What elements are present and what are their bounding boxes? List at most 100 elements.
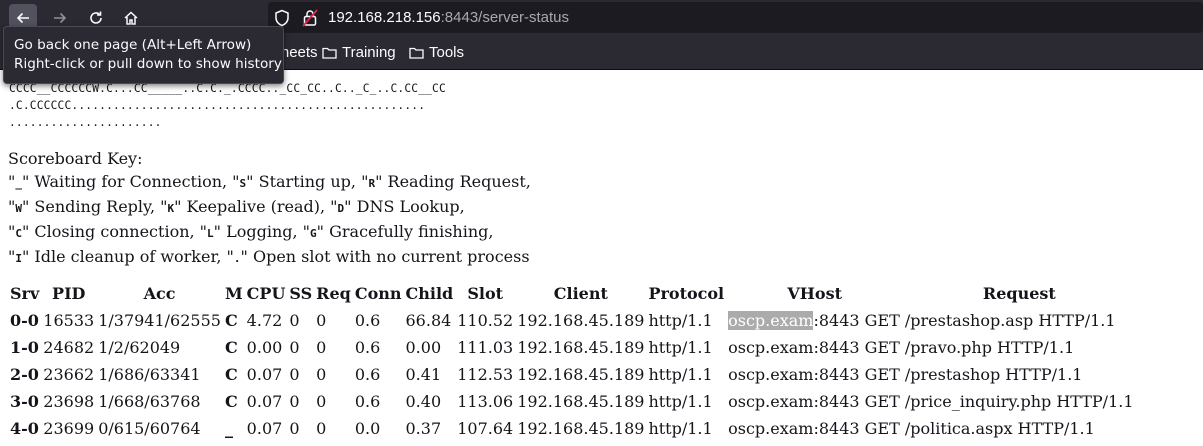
cell-pid: 23699 [43, 419, 95, 438]
cell-conn: 0.6 [354, 338, 381, 357]
cell-client: 192.168.45.189 [517, 392, 645, 411]
cell-req: 0 [316, 338, 327, 357]
bookmark-tools[interactable]: Tools [409, 44, 464, 61]
scoreboard-key: Scoreboard Key: "_" Waiting for Connecti… [8, 147, 531, 270]
column-header-srv: Srv [10, 284, 40, 303]
cell-srv: 3-0 [10, 392, 39, 411]
cell-client: 192.168.45.189 [517, 338, 645, 357]
key-text: " Closing connection, " [21, 222, 208, 241]
request-text: :8443 GET /price_inquiry.php HTTP/1.1 [813, 392, 1134, 411]
key-line: "W" Sending Reply, "K" Keepalive (read),… [8, 195, 531, 220]
cell-acc: 1/2/62049 [98, 338, 181, 357]
url-path: /server-status [478, 9, 570, 26]
arrow-left-icon [16, 12, 29, 24]
cell-m: C [224, 365, 238, 384]
cell-ss: 0 [289, 311, 300, 330]
cell-slot: 110.52 [457, 311, 514, 330]
cell-acc: 0/615/60764 [98, 419, 201, 438]
cell-slot: 113.06 [457, 392, 514, 411]
cell-acc: 1/37941/62555 [98, 311, 221, 330]
scoreboard-line: .C.CCCCCC...............................… [9, 99, 426, 112]
column-header-request: Request [982, 284, 1056, 303]
table-row: 2-0 23662 1/686/63341 C 0.07 0 0 0.6 0.41 112.53 1… [8, 361, 1136, 388]
cell-ss: 0 [289, 419, 300, 438]
folder-icon [409, 47, 424, 59]
cell-protocol: http/1.1 [648, 338, 713, 357]
vhost-text: oscp.exam [728, 311, 814, 330]
cell-vhost-request: oscp.exam:8443 GET /prestashop.asp HTTP/… [726, 307, 1135, 334]
scoreboard: CCCC__CCCCCCW.C...CC_____..C.C._.CCCC.._… [9, 80, 446, 131]
url-bar[interactable]: 192.168.218.156:8443/server-status [268, 2, 1203, 33]
key-text: " Reading Request, [375, 172, 531, 191]
cell-ss: 0 [289, 365, 300, 384]
cell-cpu: 0.00 [246, 338, 283, 357]
shield-icon[interactable] [274, 9, 290, 27]
column-header-cpu: CPU [246, 284, 286, 303]
cell-srv: 4-0 [10, 419, 39, 438]
key-text: " DNS Lookup, [344, 197, 465, 216]
folder-icon [322, 47, 337, 59]
cell-protocol: http/1.1 [648, 392, 713, 411]
key-text: " Keepalive (read), " [174, 197, 338, 216]
key-text: " Waiting for Connection, " [21, 172, 240, 191]
url-port: :8443 [440, 9, 479, 26]
cell-cpu: 0.07 [246, 392, 283, 411]
cell-m: C [224, 392, 238, 411]
tooltip-line: Go back one page (Alt+Left Arrow) [14, 37, 252, 53]
key-text: " Gracefully finishing, [316, 222, 494, 241]
key-line: "C" Closing connection, "L" Logging, "G"… [8, 220, 531, 245]
table-row: 4-0 23699 0/615/60764 _ 0.07 0 0 0.0 0.37 107.64 1… [8, 415, 1136, 442]
cell-protocol: http/1.1 [648, 311, 713, 330]
cell-cpu: 0.07 [246, 419, 283, 438]
column-header-conn: Conn [354, 284, 402, 303]
cell-m: C [224, 311, 238, 330]
table-row: 3-0 23698 1/668/63768 C 0.07 0 0 0.6 0.40 113.06 1… [8, 388, 1136, 415]
cell-acc: 1/668/63768 [98, 392, 201, 411]
column-header-slot: Slot [467, 284, 504, 303]
cell-cpu: 0.07 [246, 365, 283, 384]
cell-slot: 112.53 [457, 365, 514, 384]
cell-vhost-request: oscp.exam:8443 GET /politica.aspx HTTP/1… [726, 415, 1135, 442]
back-button-tooltip: Go back one page (Alt+Left Arrow) Right-… [3, 26, 284, 84]
cell-m: C [224, 338, 238, 357]
column-header-pid: PID [52, 284, 86, 303]
column-header-ss: SS [289, 284, 313, 303]
tooltip-line: Right-click or pull down to show history [14, 56, 282, 72]
cell-req: 0 [316, 419, 327, 438]
bookmark-label: Tools [429, 44, 465, 61]
vhost-text: oscp.exam [728, 365, 814, 384]
table-row: 1-0 24682 1/2/62049 C 0.00 0 0 0.6 0.00 111.03 192… [8, 334, 1136, 361]
cell-srv: 1-0 [10, 338, 39, 357]
key-text: " Logging, " [213, 222, 311, 241]
vhost-text: oscp.exam [728, 338, 814, 357]
cell-req: 0 [316, 365, 327, 384]
key-text: " Starting up, " [246, 172, 369, 191]
url-text[interactable]: 192.168.218.156:8443/server-status [328, 9, 569, 26]
worker-status-table: Srv PID Acc M CPU SS Req Conn Child Slot Client Pro… [8, 280, 1136, 442]
column-header-child: Child [405, 284, 454, 303]
bookmark-training[interactable]: Training [322, 44, 396, 61]
cell-conn: 0.6 [354, 392, 381, 411]
cell-child: 66.84 [405, 311, 452, 330]
cell-cpu: 4.72 [246, 311, 283, 330]
cell-protocol: http/1.1 [648, 365, 713, 384]
cell-slot: 111.03 [457, 338, 514, 357]
vhost-text: oscp.exam [728, 392, 814, 411]
key-line: "_" Waiting for Connection, "S" Starting… [8, 170, 531, 195]
home-icon [124, 11, 138, 25]
cell-req: 0 [316, 392, 327, 411]
column-header-m: M [224, 284, 243, 303]
vhost-text: oscp.exam [728, 419, 814, 438]
cell-conn: 0.6 [354, 365, 381, 384]
insecure-lock-icon[interactable] [302, 9, 318, 27]
cell-pid: 24682 [43, 338, 95, 357]
column-header-acc: Acc [143, 284, 176, 303]
key-text: " Open slot with no current process [240, 247, 530, 266]
cell-child: 0.00 [405, 338, 442, 357]
key-code: L [207, 227, 214, 240]
column-header-client: Client [553, 284, 608, 303]
cell-client: 192.168.45.189 [517, 311, 645, 330]
key-code: W [15, 202, 22, 215]
key-code: C [15, 227, 22, 240]
cell-slot: 107.64 [457, 419, 514, 438]
